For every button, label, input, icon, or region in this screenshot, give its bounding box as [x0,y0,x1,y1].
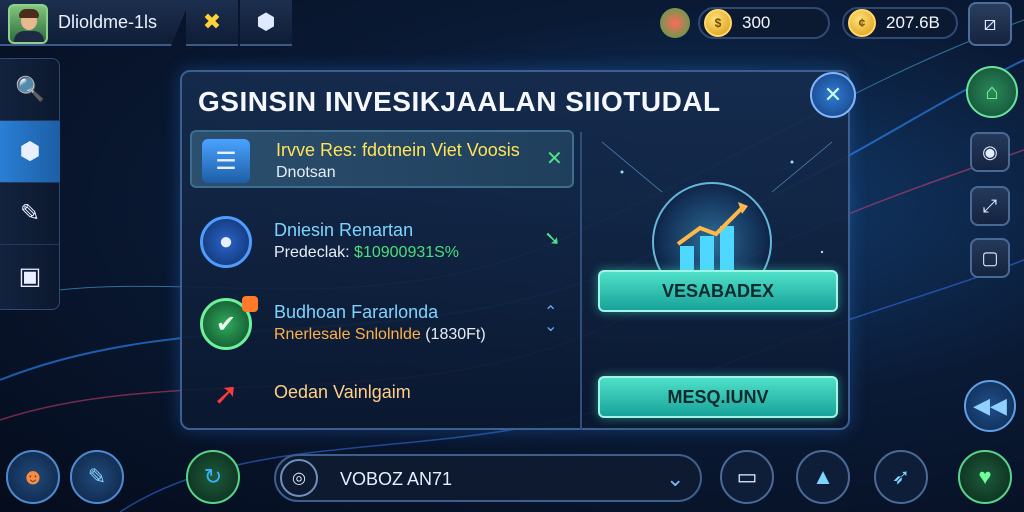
panel-title: GSINSIN INVESIKJAALAN SIIOTUDAL [198,86,721,117]
list-item[interactable]: ✔ Budhoan Fararlonda Rnerlesale Snlolnld… [190,294,574,352]
notification-badge [242,296,258,312]
device-button[interactable]: ▭ [720,450,774,504]
player-name: Dlioldme-1ls [58,12,158,32]
edit-icon: ✎ [19,200,41,227]
nav-search[interactable]: 🔍 [0,59,60,121]
item-title: Oedan Vainlgaim [274,382,411,402]
secondary-action-button[interactable]: MESQ.IUNV [598,376,838,418]
tools-button[interactable]: ✖ [186,0,238,46]
primary-action-button[interactable]: VESABADEX [598,270,838,312]
exit-button[interactable]: ⧄ [968,2,1012,46]
item-subtitle-value: $10900931S% [354,244,460,261]
wallet-icon: ▢ [981,247,999,268]
preview-pane: VESABADEX MESQ.IUNV [582,132,852,430]
character-icon: ☻ [21,464,45,489]
currency-pill-2[interactable]: ¢ 207.6B [842,7,958,39]
item-subtitle: Rnerlesale Snlolnlde (1830Ft) [274,326,486,344]
list-item[interactable]: ● Dniesin Renartan Predeclak: $10900931S… [190,212,574,270]
item-subtitle: Predeclak: $10900931S% [274,244,459,262]
device-icon: ▭ [736,464,758,489]
dropdown-value: VOBOZ AN71 [340,469,453,489]
building-icon: ▲ [812,464,834,489]
item-subtitle-label: Predeclak: [274,244,350,261]
left-sidebar: 🔍 ⬢ ✎ ▣ [0,58,60,310]
chevron-down-icon: ⌄ [666,466,685,491]
box-icon: ⬢ [19,138,41,165]
player-profile[interactable]: Dlioldme-1ls [0,0,190,46]
heart-button[interactable]: ♥ [958,450,1012,504]
exit-icon: ⧄ [983,12,997,35]
refresh-icon: ↻ [203,464,223,489]
currency-pill-1[interactable]: $ 300 [698,7,830,39]
close-button[interactable]: ✕ [810,72,856,118]
investment-panel: GSINSIN INVESIKJAALAN SIIOTUDAL ✕ ☰ Irvv… [180,70,856,430]
currency-2-value: 207.6B [886,13,940,32]
document-icon: ☰ [202,139,250,183]
player-avatar[interactable] [8,4,48,44]
home-button[interactable]: ⌂ [966,66,1018,118]
gift-icon[interactable] [660,8,690,38]
heart-icon: ♥ [978,464,992,489]
dismiss-icon[interactable]: ✕ [546,146,563,171]
item-title: Dniesin Renartan [274,220,414,240]
sort-icon[interactable]: ⌃ ⌄ [544,305,557,335]
chart-icon: ⤢ [982,195,998,216]
shield-icon: ⬢ [256,9,276,34]
chart-button[interactable]: ⤢ [970,186,1010,226]
top-bar: Dlioldme-1ls ✖ ⬢ $ 300 ¢ 207.6B ⧄ [0,0,1024,48]
item-title: Irvve Res: fdotnein Viet Voosis [276,140,520,160]
list-item[interactable]: ➚ Oedan Vainlgaim [190,364,574,422]
ticket-icon: ✎ [87,464,107,489]
character-button[interactable]: ☻ [6,450,60,504]
item-subtitle-value: (1830Ft) [425,326,486,343]
globe-icon: ● [200,216,252,268]
arrow-icon[interactable]: ➘ [544,226,561,251]
shield-button[interactable]: ⬢ [240,0,292,46]
home-icon: ⌂ [985,79,999,104]
gold-coin-icon: ¢ [848,9,876,37]
currency-1-value: 300 [742,13,771,32]
bottom-bar: ☻ ✎ ↻ ◎ VOBOZ AN71 ⌄ ▭ ▲ ➶ ♥ [0,442,1024,512]
camera-icon: ◉ [982,141,998,162]
wallet-button[interactable]: ▢ [970,238,1010,278]
camera-button[interactable]: ◉ [970,132,1010,172]
nav-chest[interactable]: ▣ [0,245,60,307]
chest-icon: ▣ [18,262,42,290]
item-title: Budhoan Fararlonda [274,302,439,322]
rocket-icon: ➚ [213,377,239,411]
selection-dropdown[interactable]: ◎ VOBOZ AN71 ⌄ [274,454,702,502]
tools-icon: ✖ [202,9,222,34]
rewind-icon: ◀◀ [973,393,1007,418]
target-icon: ◎ [280,459,318,497]
coin-icon: $ [704,9,732,37]
list-item[interactable]: ☰ Irvve Res: fdotnein Viet Voosis Dnotsa… [190,130,574,188]
boost-button[interactable]: ➶ [874,450,928,504]
building-button[interactable]: ▲ [796,450,850,504]
search-icon: 🔍 [15,76,45,103]
item-subtitle-label: Rnerlesale Snlolnlde [274,326,421,343]
item-subtitle: Dnotsan [276,164,336,181]
refresh-button[interactable]: ↻ [186,450,240,504]
rewind-button[interactable]: ◀◀ [964,380,1016,432]
boost-icon: ➶ [891,464,911,489]
close-icon: ✕ [823,82,843,107]
nav-edit[interactable]: ✎ [0,183,60,245]
nav-box[interactable]: ⬢ [0,121,60,183]
ticket-button[interactable]: ✎ [70,450,124,504]
